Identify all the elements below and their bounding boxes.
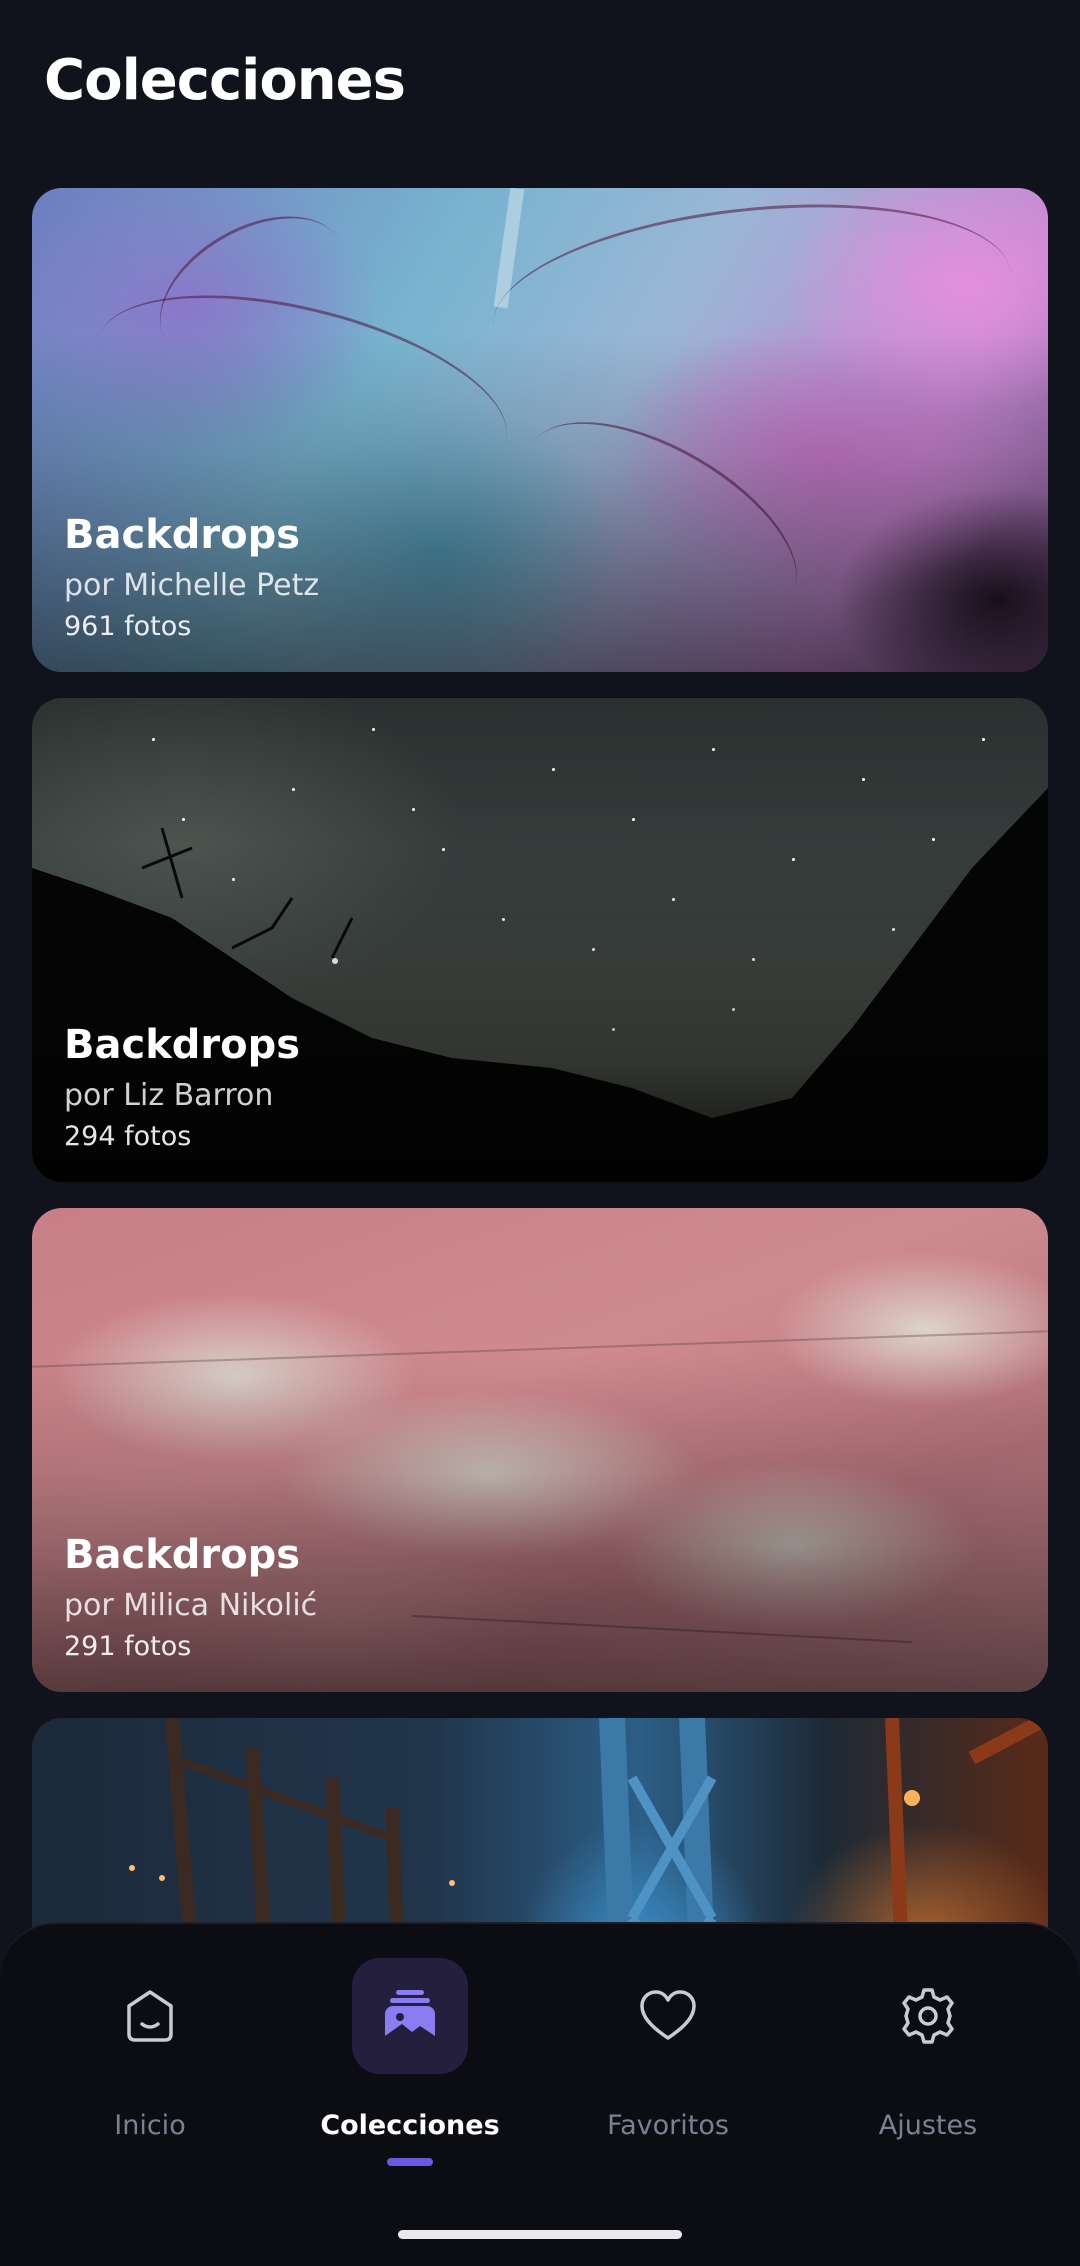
active-tab-indicator: [387, 2158, 433, 2166]
nav-label-inicio: Inicio: [114, 2110, 186, 2141]
home-indicator[interactable]: [398, 2230, 682, 2239]
collection-info: Backdrops por Milica Nikolić 291 fotos: [64, 1532, 317, 1662]
collection-title: Backdrops: [64, 512, 301, 558]
collection-info: Backdrops por Michelle Petz 961 fotos: [64, 512, 319, 642]
page-title: Colecciones: [44, 48, 406, 113]
photo-stack-icon: [352, 1958, 468, 2074]
smile-box-icon: [92, 1958, 208, 2074]
nav-item-ajustes[interactable]: Ajustes: [828, 1958, 1028, 2158]
collection-author: por Liz Barron: [64, 1078, 274, 1113]
collection-info: Backdrops por Liz Barron 294 fotos: [64, 1022, 300, 1152]
collection-card[interactable]: Backdrops por Michelle Petz 961 fotos: [32, 188, 1048, 672]
collection-author: por Michelle Petz: [64, 568, 320, 603]
heart-icon: [610, 1958, 726, 2074]
bottom-navigation: Inicio Colecciones Favoritos Ajustes: [0, 1922, 1080, 2266]
collection-title: Backdrops: [64, 1022, 301, 1068]
nav-label-colecciones: Colecciones: [320, 2110, 500, 2141]
collection-title: Backdrops: [64, 1532, 301, 1578]
collection-photo-count: 961 fotos: [64, 611, 192, 642]
collection-card[interactable]: Backdrops por Liz Barron 294 fotos: [32, 698, 1048, 1182]
nav-label-ajustes: Ajustes: [878, 2110, 978, 2141]
collection-photo-count: 291 fotos: [64, 1631, 192, 1662]
collection-photo-count: 294 fotos: [64, 1121, 192, 1152]
nav-item-favoritos[interactable]: Favoritos: [568, 1958, 768, 2158]
nav-label-favoritos: Favoritos: [607, 2110, 729, 2141]
nav-item-inicio[interactable]: Inicio: [50, 1958, 250, 2158]
collection-author: por Milica Nikolić: [64, 1588, 318, 1623]
gear-icon: [870, 1958, 986, 2074]
collection-card[interactable]: Backdrops por Milica Nikolić 291 fotos: [32, 1208, 1048, 1692]
nav-item-colecciones[interactable]: Colecciones: [310, 1958, 510, 2158]
